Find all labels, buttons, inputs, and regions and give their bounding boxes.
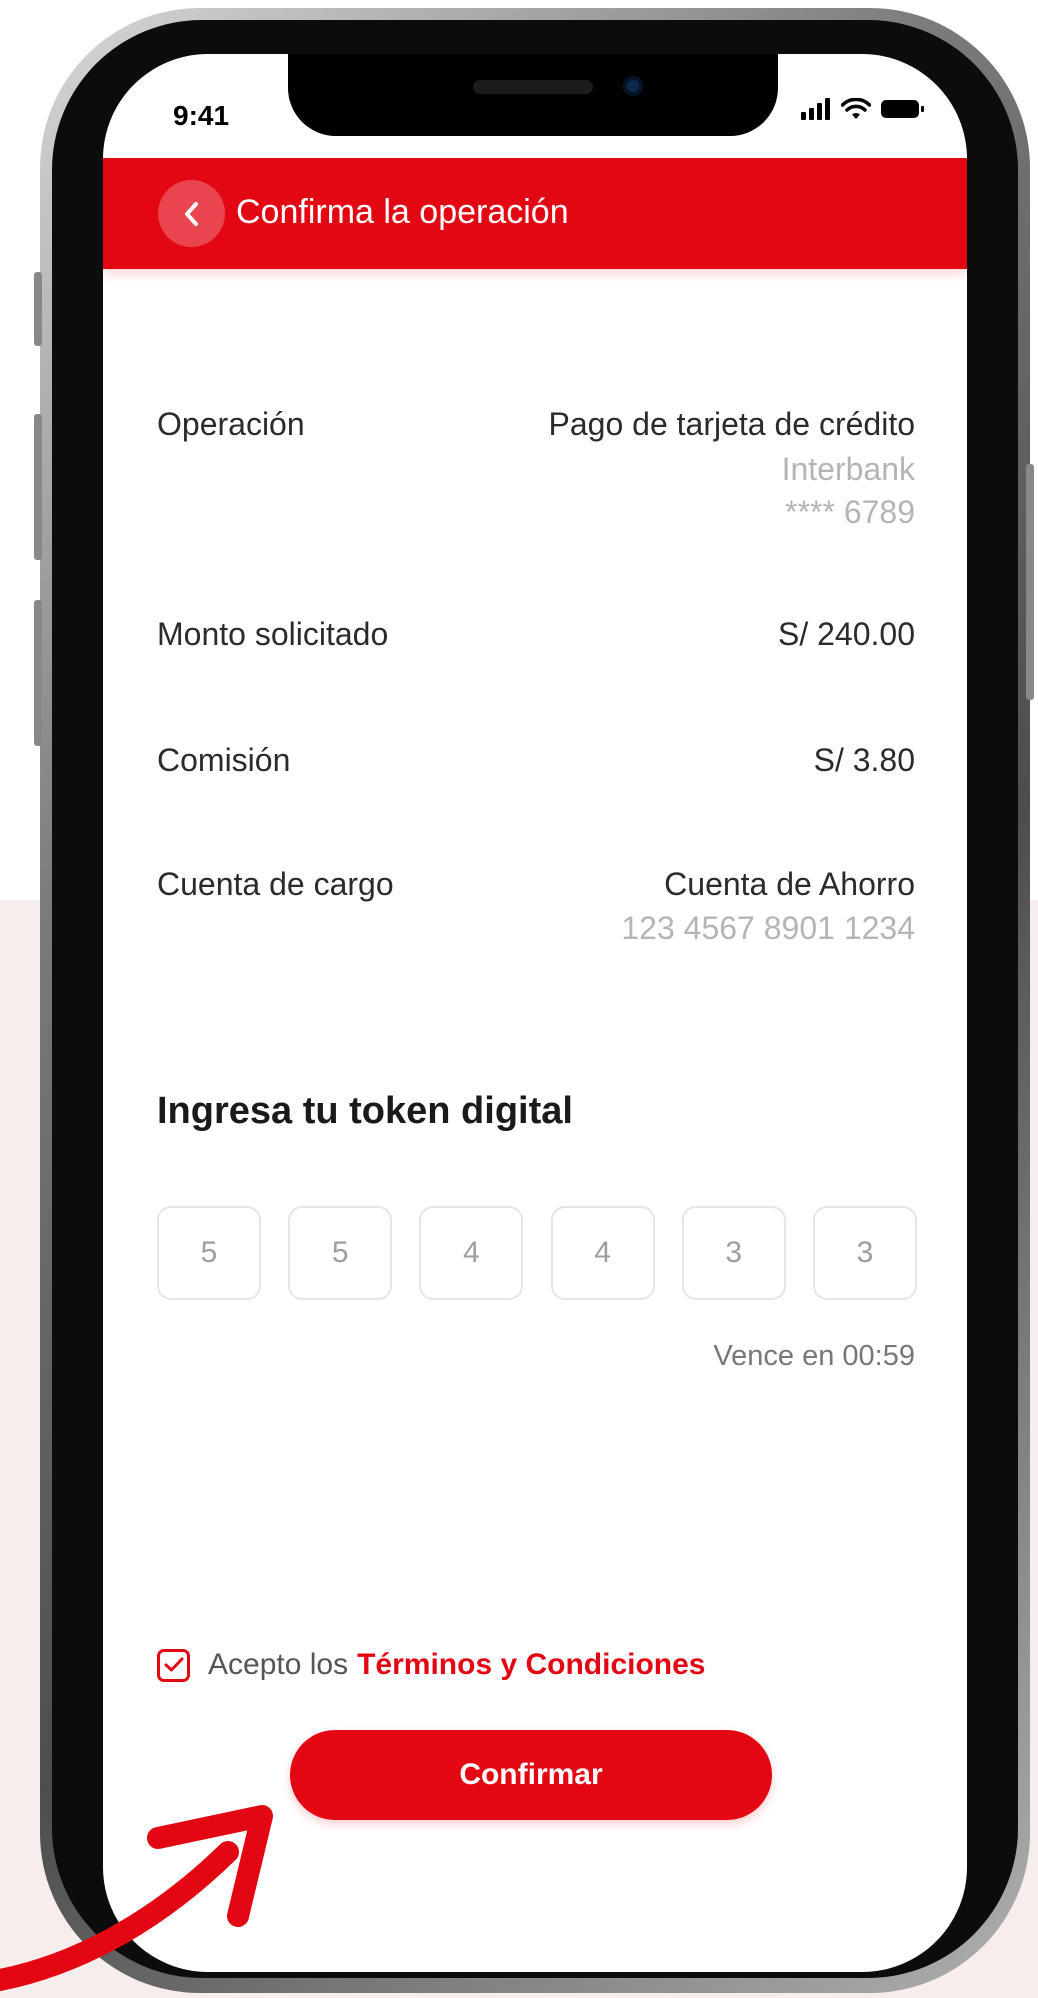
token-digit-input[interactable]: 4 [419,1206,524,1300]
battery-icon [881,100,924,118]
token-digit-input[interactable]: 5 [288,1206,393,1300]
terms-prefix: Acepto los [208,1648,349,1681]
power-button [1026,464,1034,700]
token-digit-input[interactable]: 4 [550,1206,655,1300]
operation-label: Operación [157,406,305,442]
token-expiry-text: Vence en 00:59 [713,1340,915,1372]
signal-icon [801,98,830,120]
amount-label: Monto solicitado [157,616,389,652]
phone-screen: 9:41 Confirma la operación Operación Pag… [103,54,967,1972]
account-value: Cuenta de Ahorro [664,866,915,902]
token-input-group: 5 5 4 4 3 3 [157,1206,917,1300]
wifi-icon [841,98,871,119]
status-time: 9:41 [173,100,230,131]
volume-up-button [34,414,42,560]
account-number: 123 4567 8901 1234 [621,910,915,946]
confirm-button[interactable]: Confirmar [290,1730,772,1820]
camera-icon [623,76,643,96]
back-button[interactable] [158,180,225,247]
mute-switch [34,272,42,346]
amount-value: S/ 240.00 [778,616,915,652]
fee-label: Comisión [157,742,291,778]
operation-card-number: **** 6789 [785,494,915,530]
status-icons [801,98,925,120]
volume-down-button [34,600,42,746]
check-icon [164,1657,183,1672]
fee-value: S/ 3.80 [813,742,915,778]
chevron-left-icon [184,201,198,226]
terms-row: Acepto los Términos y Condiciones [157,1648,706,1682]
operation-value: Pago de tarjeta de crédito [548,406,915,442]
notch [288,54,778,136]
account-label: Cuenta de cargo [157,866,394,902]
terms-link[interactable]: Términos y Condiciones [357,1648,705,1682]
token-digit-input[interactable]: 3 [681,1206,786,1300]
terms-checkbox[interactable] [157,1648,190,1682]
app-header: Confirma la operación [103,158,967,269]
token-digit-input[interactable]: 5 [157,1206,261,1300]
speaker-grille [473,80,593,94]
page-title: Confirma la operación [236,193,569,231]
arrow-annotation-icon [0,1805,273,1991]
status-bar: 9:41 [103,54,967,156]
token-digit-input[interactable]: 3 [812,1206,917,1300]
token-title: Ingresa tu token digital [157,1090,573,1132]
operation-bank: Interbank [781,451,915,487]
